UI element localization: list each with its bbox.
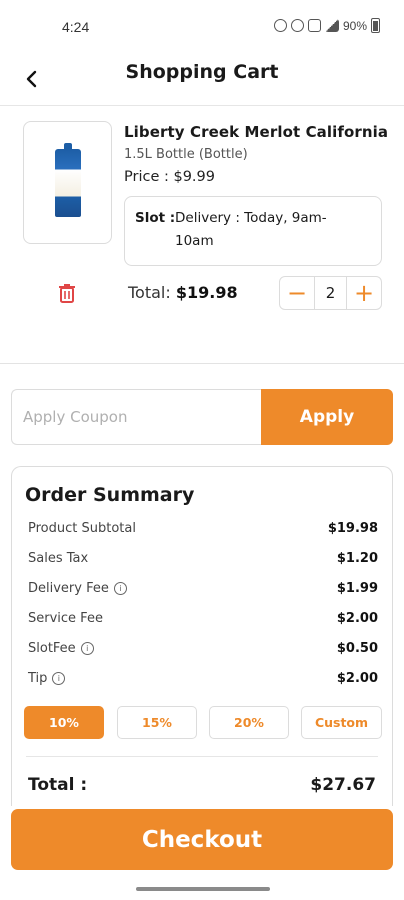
message-icon bbox=[307, 19, 321, 32]
summary-value: $0.50 bbox=[336, 641, 378, 656]
wine-carton-image bbox=[54, 142, 81, 217]
order-total: Total : $27.67 bbox=[28, 775, 376, 799]
summary-value: $2.00 bbox=[336, 611, 378, 626]
product-name[interactable]: Liberty Creek Merlot California bbox=[124, 123, 388, 141]
signal-icon bbox=[324, 19, 339, 32]
summary-value: $19.98 bbox=[327, 521, 378, 536]
summary-row-subtotal: Product Subtotal $19.98 bbox=[28, 521, 378, 541]
product-size: 1.5L Bottle (Bottle) bbox=[124, 147, 248, 162]
tip-10-button[interactable]: 10% bbox=[24, 706, 104, 739]
summary-row-service-fee: Service Fee $2.00 bbox=[28, 611, 378, 631]
game-controller-icon bbox=[273, 19, 287, 32]
info-icon[interactable]: i bbox=[113, 582, 127, 595]
item-total-value: $19.98 bbox=[175, 283, 238, 302]
info-icon[interactable]: i bbox=[80, 642, 94, 655]
order-summary-title: Order Summary bbox=[25, 484, 195, 506]
summary-row-sales-tax: Sales Tax $1.20 bbox=[28, 551, 378, 571]
summary-row-tip: Tip i $2.00 bbox=[28, 671, 378, 691]
battery-percent: 90% bbox=[342, 18, 367, 33]
order-total-label: Total : bbox=[28, 775, 88, 795]
tip-custom-button[interactable]: Custom bbox=[301, 706, 382, 739]
top-app-bar: Shopping Cart bbox=[0, 56, 404, 106]
status-time: 4:24 bbox=[62, 19, 90, 35]
slot-label: Slot : bbox=[135, 210, 176, 226]
summary-row-delivery-fee: Delivery Fee i $1.99 bbox=[28, 581, 378, 601]
summary-value: $1.20 bbox=[336, 551, 378, 566]
summary-label: Delivery Fee bbox=[28, 581, 109, 596]
product-price: Price : $9.99 bbox=[124, 169, 215, 185]
summary-label: Service Fee bbox=[28, 611, 103, 626]
delete-item-button[interactable] bbox=[54, 280, 80, 306]
cart-item: Liberty Creek Merlot California 1.5L Bot… bbox=[0, 106, 404, 364]
summary-label: Product Subtotal bbox=[28, 521, 136, 536]
status-icons: 90% bbox=[273, 18, 380, 33]
apply-coupon-button[interactable]: Apply bbox=[261, 389, 393, 445]
checkout-button[interactable]: Checkout bbox=[11, 809, 393, 870]
quantity-value[interactable]: 2 bbox=[314, 277, 347, 309]
tip-20-button[interactable]: 20% bbox=[209, 706, 289, 739]
delivery-slot-box: Slot : Delivery : Today, 9am-10am bbox=[124, 196, 382, 266]
alarm-icon bbox=[290, 19, 304, 32]
home-indicator[interactable] bbox=[136, 887, 270, 891]
trash-icon bbox=[59, 284, 75, 303]
decrement-button[interactable]: − bbox=[280, 277, 314, 309]
tip-15-button[interactable]: 15% bbox=[117, 706, 197, 739]
increment-button[interactable]: + bbox=[347, 277, 381, 309]
battery-icon bbox=[371, 18, 380, 33]
summary-value: $2.00 bbox=[336, 671, 378, 686]
summary-row-slot-fee: SlotFee i $0.50 bbox=[28, 641, 378, 661]
info-icon[interactable]: i bbox=[52, 672, 66, 685]
item-total: Total: $19.98 bbox=[128, 283, 238, 302]
quantity-stepper: − 2 + bbox=[279, 276, 382, 310]
coupon-input[interactable] bbox=[11, 389, 263, 445]
summary-value: $1.99 bbox=[336, 581, 378, 596]
status-bar: 4:24 90% bbox=[0, 0, 404, 56]
summary-divider bbox=[26, 756, 378, 757]
coupon-section: Apply bbox=[11, 389, 393, 445]
order-total-value: $27.67 bbox=[310, 775, 376, 795]
product-image[interactable] bbox=[23, 121, 112, 244]
order-summary: Order Summary Product Subtotal $19.98 Sa… bbox=[11, 466, 393, 806]
page-title: Shopping Cart bbox=[125, 61, 279, 83]
item-total-label: Total: bbox=[128, 283, 176, 302]
summary-label: Sales Tax bbox=[28, 551, 89, 566]
summary-label: SlotFee bbox=[28, 641, 76, 656]
summary-label: Tip bbox=[28, 671, 48, 686]
slot-value: Delivery : Today, 9am-10am bbox=[175, 210, 327, 249]
tip-options: 10% 15% 20% Custom bbox=[24, 706, 382, 740]
